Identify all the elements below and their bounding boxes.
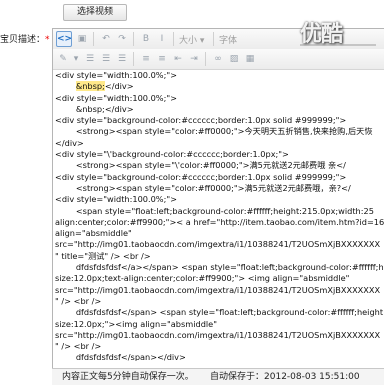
description-label-text: 宝贝描述： bbox=[0, 35, 46, 45]
outdent-icon[interactable]: ⇤ bbox=[171, 52, 185, 66]
editor-toolbar-row-2: ✎ ▾ ☰ ☰ ☰ ≡ ≡ ⇤ ⇥ ∞ ▨ ▦ bbox=[53, 49, 384, 70]
unordered-list-icon[interactable]: ≡ bbox=[155, 52, 169, 66]
source-line: <div style="background-color:#cccccc;bor… bbox=[55, 115, 347, 126]
last-saved-label: 自动保存于： bbox=[210, 372, 265, 382]
source-line: size:12.0px;"><img align="absmiddle" bbox=[55, 318, 217, 329]
source-line: src="http://img01.taobaocdn.com/imgextra… bbox=[55, 239, 381, 250]
autosave-notice: 内容正文每5分钟自动保存一次。 bbox=[62, 372, 194, 382]
toolbar-divider bbox=[213, 32, 214, 46]
source-line: size:12.0px;text-align:center;color:#ff9… bbox=[55, 273, 350, 284]
bold-icon[interactable]: B bbox=[139, 32, 153, 46]
source-line: dfdsfdsfdsf</span> <span style="float:le… bbox=[55, 307, 384, 318]
source-line: src="http://img01.taobaocdn.com/imgextra… bbox=[55, 284, 381, 295]
toolbar-divider bbox=[173, 32, 174, 46]
source-line: src="http://img01.taobaocdn.com/imgextra… bbox=[55, 329, 381, 340]
source-line: <strong><span style="color:#ff0000;">今天明… bbox=[55, 126, 373, 137]
rich-text-editor[interactable]: <> ▣ ↶ ↷ B I 大小 ▾ 字体 ✎ ▾ ☰ ☰ ☰ ≡ ≡ ⇤ ⇥ ∞… bbox=[52, 28, 384, 370]
toolbar-divider bbox=[93, 32, 94, 46]
redo-icon[interactable]: ↷ bbox=[115, 32, 129, 46]
undo-icon[interactable]: ↶ bbox=[99, 32, 113, 46]
font-size-select[interactable]: 大小 ▾ bbox=[179, 33, 204, 46]
toolbar-divider bbox=[133, 32, 134, 46]
source-line: <div style="width:100.0%;"> bbox=[55, 70, 177, 80]
align-center-icon[interactable]: ☰ bbox=[99, 52, 113, 66]
dropdown-arrow-icon[interactable]: ▾ bbox=[69, 52, 83, 66]
source-line: <strong><span style="color:#ff0000;">满5元… bbox=[55, 182, 351, 193]
source-line: <div style="width:100.0%;"> bbox=[55, 194, 177, 205]
paint-icon[interactable]: ✎ bbox=[56, 52, 70, 66]
preview-icon[interactable]: ▣ bbox=[75, 32, 89, 46]
source-line: " /> <br /> bbox=[55, 341, 102, 352]
editor-status-bar: 内容正文每5分钟自动保存一次。 自动保存于：2012-08-03 15:51:0… bbox=[52, 368, 384, 385]
toolbar-divider bbox=[133, 52, 134, 66]
source-line: align:center;color:#ff9900;">< a href="h… bbox=[55, 216, 384, 227]
watermark-underline bbox=[300, 44, 376, 46]
indent-icon[interactable]: ⇥ bbox=[187, 52, 201, 66]
ordered-list-icon[interactable]: ≡ bbox=[139, 52, 153, 66]
description-label: 宝贝描述：* bbox=[0, 32, 50, 45]
html-source-textarea[interactable]: <div style="width:100.0%;"> &nbsp;</div>… bbox=[55, 70, 384, 361]
source-line: <strong><span style="\'color:#ff0000;">满… bbox=[55, 160, 346, 171]
source-line: <div style="background-color:#cccccc;bor… bbox=[55, 171, 347, 182]
toolbar-divider bbox=[205, 52, 206, 66]
source-line: dfdsfdsfdsf</span></div> bbox=[55, 352, 186, 361]
table-icon[interactable]: ▦ bbox=[243, 52, 257, 66]
source-line: dfdsfdsfdsf</a></span> <span style="floa… bbox=[55, 262, 384, 273]
font-family-select[interactable]: 字体 bbox=[219, 33, 237, 46]
align-left-icon[interactable]: ☰ bbox=[83, 52, 97, 66]
source-code-icon[interactable]: <> bbox=[56, 31, 72, 47]
align-right-icon[interactable]: ☰ bbox=[115, 52, 129, 66]
font-size-label: 大小 bbox=[179, 36, 198, 46]
last-saved-info: 自动保存于：2012-08-03 15:51:00 bbox=[210, 369, 360, 385]
font-family-label: 字体 bbox=[219, 36, 238, 46]
source-line: " /> <br /> bbox=[55, 295, 102, 306]
source-line: <span style="float:left;background-color… bbox=[55, 205, 374, 216]
image-icon[interactable]: ▨ bbox=[227, 52, 241, 66]
source-line: <div style="width:100.0%;"> bbox=[55, 92, 177, 103]
source-line: &nbsp;</div> bbox=[75, 81, 134, 92]
source-line: &nbsp;</div> bbox=[55, 103, 134, 114]
source-line: <div style="\'background-color:#cccccc;b… bbox=[55, 149, 289, 160]
source-line: </div> bbox=[55, 137, 84, 148]
select-video-button[interactable]: 选择视频 bbox=[63, 4, 127, 21]
source-line: " title="测试" /> <br /> bbox=[55, 250, 151, 261]
italic-icon[interactable]: I bbox=[155, 32, 169, 46]
required-mark: * bbox=[45, 35, 50, 45]
last-saved-time: 2012-08-03 15:51:00 bbox=[264, 372, 360, 382]
link-icon[interactable]: ∞ bbox=[211, 52, 225, 66]
source-line: align="absmiddle" bbox=[55, 228, 132, 239]
